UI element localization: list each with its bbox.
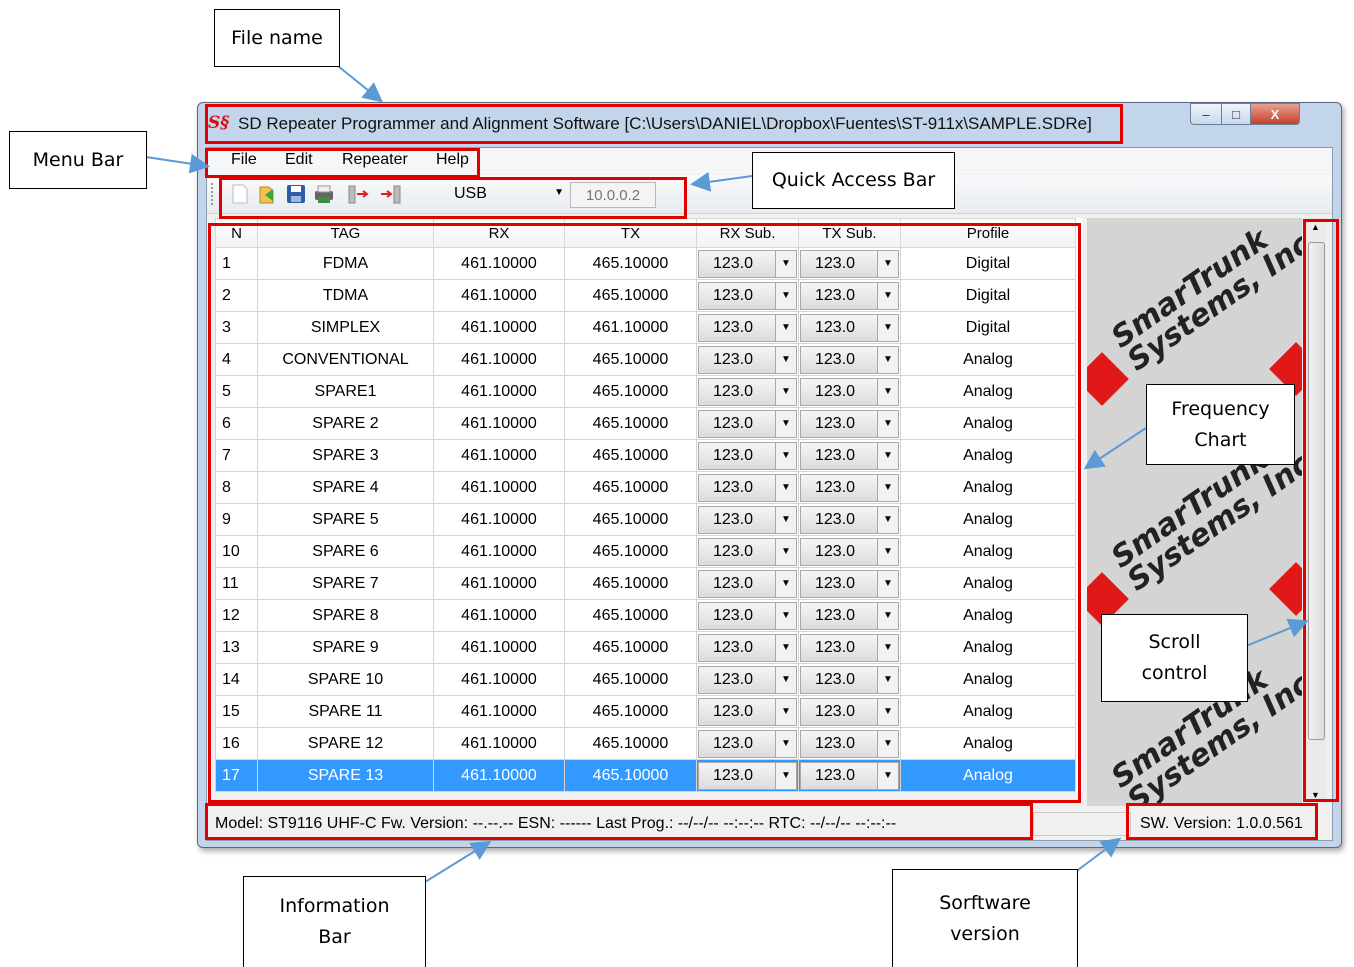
callout-file-name: File name <box>214 9 340 67</box>
callout-menu-bar: Menu Bar <box>9 131 147 189</box>
callout-information-bar: Information Bar <box>243 876 426 967</box>
callout-frequency-chart: Frequency Chart <box>1146 384 1295 465</box>
callout-scroll-control: Scroll control <box>1101 614 1248 702</box>
callout-arrows <box>145 65 1309 883</box>
callout-quick-access-bar: Quick Access Bar <box>752 152 955 209</box>
callout-software-version: Sorftware version <box>892 869 1078 967</box>
